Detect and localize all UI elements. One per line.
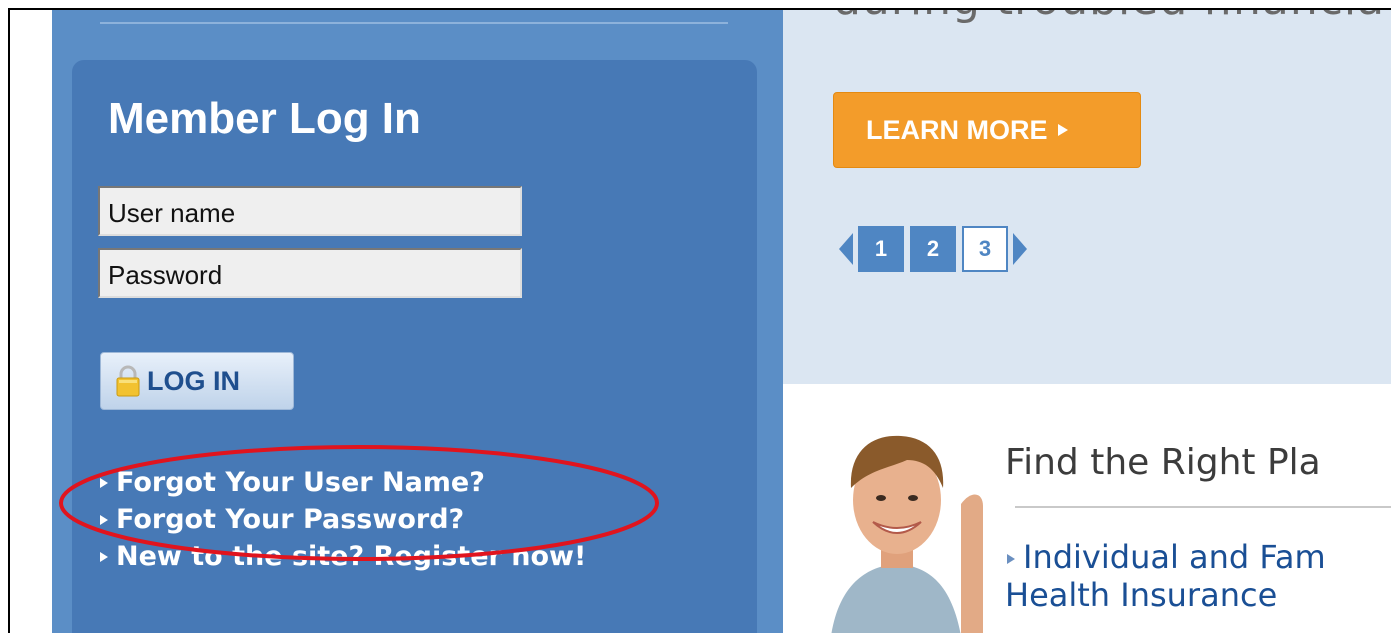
find-plan-section: Find the Right Pla Individual and Fam He… (783, 384, 1391, 633)
login-links: Forgot Your User Name? Forgot Your Passw… (98, 464, 586, 575)
register-link[interactable]: New to the site? Register now! (98, 538, 586, 575)
page-2-button[interactable]: 2 (910, 226, 956, 272)
arrow-right-icon (1057, 124, 1068, 136)
register-label: New to the site? Register now! (116, 541, 587, 572)
bullet-icon (100, 477, 108, 488)
arrow-left-icon[interactable] (837, 231, 855, 267)
find-plan-heading: Find the Right Pla (1005, 442, 1321, 483)
forgot-username-link[interactable]: Forgot Your User Name? (98, 464, 586, 501)
login-button[interactable]: LOG IN (100, 352, 294, 410)
forgot-password-label: Forgot Your Password? (116, 504, 465, 535)
password-field[interactable] (98, 248, 522, 298)
banner-pager: 1 2 3 (837, 226, 1029, 272)
individual-family-label: Individual and Fam (1023, 538, 1326, 576)
bullet-icon (100, 551, 108, 562)
banner-headline: during troubled financia (833, 10, 1385, 25)
arrow-right-icon[interactable] (1011, 231, 1029, 267)
forgot-username-label: Forgot Your User Name? (116, 467, 485, 498)
login-panel: Member Log In LOG IN Forgot Your User Na… (72, 60, 757, 633)
learn-more-button[interactable]: LEARN MORE (833, 92, 1141, 168)
divider (1015, 506, 1391, 508)
page-3-button[interactable]: 3 (962, 226, 1008, 272)
lock-icon (116, 365, 140, 397)
forgot-password-link[interactable]: Forgot Your Password? (98, 501, 586, 538)
login-button-label: LOG IN (147, 365, 240, 396)
username-field[interactable] (98, 186, 522, 236)
page-frame: Member Log In LOG IN Forgot Your User Na… (8, 8, 1391, 633)
left-sidebar: Member Log In LOG IN Forgot Your User Na… (52, 10, 783, 633)
bullet-icon (100, 514, 108, 525)
learn-more-label: LEARN MORE (866, 114, 1048, 145)
promo-banner: during troubled financia LEARN MORE 1 2 … (783, 10, 1391, 384)
individual-family-link[interactable]: Individual and Fam Health Insurance (1005, 538, 1326, 614)
smiling-man-photo (811, 416, 983, 633)
divider (100, 22, 728, 24)
login-title: Member Log In (108, 94, 421, 143)
bullet-icon (1007, 554, 1015, 564)
page-1-button[interactable]: 1 (858, 226, 904, 272)
health-insurance-label: Health Insurance (1005, 576, 1278, 614)
